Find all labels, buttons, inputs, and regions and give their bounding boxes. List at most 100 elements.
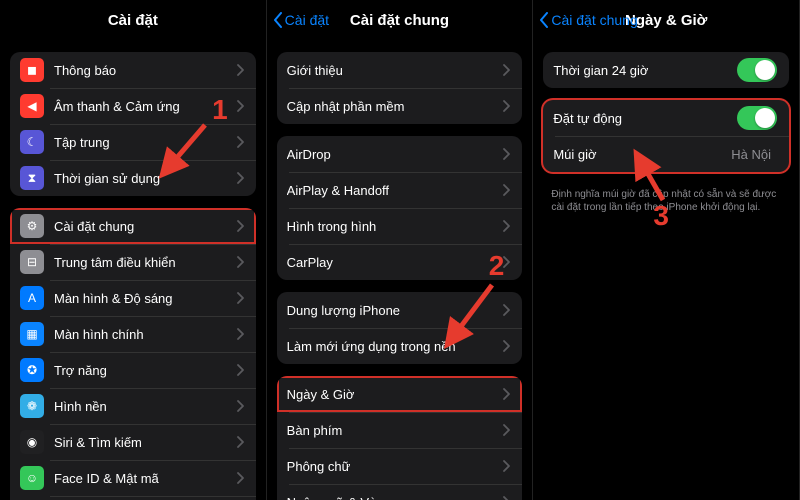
focus-icon: ☾ [20, 130, 44, 154]
chevron-right-icon [502, 388, 510, 400]
chevron-right-icon [236, 136, 244, 148]
settings-list: ◼ Thông báo ◀Âm thanh & Cảm ứng ☾ Tập trung ⧗… [0, 52, 266, 500]
row-24h[interactable]: Thời gian 24 giờ [543, 52, 789, 88]
row-tz-value: Hà Nội [731, 147, 771, 162]
display-icon: A [20, 286, 44, 310]
chevron-right-icon [236, 256, 244, 268]
row-update[interactable]: Cập nhật phần mềm [277, 88, 523, 124]
chevron-right-icon [502, 64, 510, 76]
chevron-right-icon [236, 472, 244, 484]
chevron-right-icon [236, 364, 244, 376]
row-focus[interactable]: ☾ Tập trung [10, 124, 256, 160]
back-button[interactable]: Cài đặt chung [539, 0, 637, 40]
back-button[interactable]: Cài đặt [273, 0, 329, 40]
group-24h: Thời gian 24 giờ [543, 52, 789, 88]
row-fonts[interactable]: Phông chữ [277, 448, 523, 484]
switch-24h[interactable] [737, 58, 777, 82]
phone-screen-1: Cài đặt ◼ Thông báo ◀Âm thanh & Cảm ứng ☾ Tậ… [0, 0, 267, 500]
row-datetime-label: Ngày & Giờ [287, 387, 503, 402]
timezone-footnote: Định nghĩa múi giờ đã cập nhật có sẵn và… [533, 184, 799, 214]
row-carplay-label: CarPlay [287, 255, 503, 270]
row-language-label: Ngôn ngữ & Vùng [287, 495, 503, 500]
back-label: Cài đặt chung [551, 12, 637, 28]
faceid-icon: ☺ [20, 466, 44, 490]
row-storage[interactable]: Dung lượng iPhone [277, 292, 523, 328]
general-icon: ⚙ [20, 214, 44, 238]
phone-screen-3: Cài đặt chung Ngày & Giờ Thời gian 24 gi… [533, 0, 800, 500]
row-home[interactable]: ▦ Màn hình chính [10, 316, 256, 352]
group-connectivity: AirDrop AirPlay & Handoff Hình trong hình C… [277, 136, 523, 280]
group-system: Ngày & Giờ Bàn phím Phông chữ Ngôn ngữ & Vù… [277, 376, 523, 500]
notifications-icon: ◼ [20, 58, 44, 82]
row-airplay[interactable]: AirPlay & Handoff [277, 172, 523, 208]
row-general[interactable]: ⚙ Cài đặt chung [10, 208, 256, 244]
row-datetime[interactable]: Ngày & Giờ [277, 376, 523, 412]
row-home-label: Màn hình chính [54, 327, 236, 342]
chevron-right-icon [502, 184, 510, 196]
row-storage-label: Dung lượng iPhone [287, 303, 503, 318]
row-siri[interactable]: ◉Siri & Tìm kiếm [10, 424, 256, 460]
row-sound[interactable]: ◀Âm thanh & Cảm ứng [10, 88, 256, 124]
home-icon: ▦ [20, 322, 44, 346]
row-control-label: Trung tâm điều khiển [54, 255, 236, 270]
row-24h-label: Thời gian 24 giờ [553, 63, 737, 78]
row-accessibility[interactable]: ✪ Trợ năng [10, 352, 256, 388]
row-sos[interactable]: SOSSOS khẩn cấp [10, 496, 256, 500]
row-display[interactable]: A Màn hình & Độ sáng [10, 280, 256, 316]
row-accessibility-label: Trợ năng [54, 363, 236, 378]
chevron-right-icon [502, 304, 510, 316]
row-general-label: Cài đặt chung [54, 219, 236, 234]
chevron-right-icon [502, 496, 510, 500]
group-storage: Dung lượng iPhone Làm mới ứng dụng trong … [277, 292, 523, 364]
row-airplay-label: AirPlay & Handoff [287, 183, 503, 198]
row-fonts-label: Phông chữ [287, 459, 503, 474]
row-carplay[interactable]: CarPlay [277, 244, 523, 280]
row-wallpaper-label: Hình nền [54, 399, 236, 414]
datetime-list: Thời gian 24 giờ Đặt tự động Múi giờ Hà … [533, 52, 799, 214]
row-faceid-label: Face ID & Mật mã [54, 471, 236, 486]
row-display-label: Màn hình & Độ sáng [54, 291, 236, 306]
switch-auto[interactable] [737, 106, 777, 130]
wallpaper-icon: ❁ [20, 394, 44, 418]
row-notifications[interactable]: ◼ Thông báo [10, 52, 256, 88]
group-about: Giới thiệu Cập nhật phần mềm [277, 52, 523, 124]
group-auto: Đặt tự động Múi giờ Hà Nội [543, 100, 789, 172]
row-bgrefresh[interactable]: Làm mới ứng dụng trong nền [277, 328, 523, 364]
row-tz-label: Múi giờ [553, 147, 731, 162]
group-general: ⚙ Cài đặt chung ⊟ Trung tâm điều khiển A Màn … [10, 208, 256, 500]
row-screentime-label: Thời gian sử dụng [54, 171, 236, 186]
row-pip-label: Hình trong hình [287, 219, 503, 234]
row-auto[interactable]: Đặt tự động [543, 100, 789, 136]
row-screentime[interactable]: ⧗Thời gian sử dụng [10, 160, 256, 196]
row-wallpaper[interactable]: ❁ Hình nền [10, 388, 256, 424]
row-pip[interactable]: Hình trong hình [277, 208, 523, 244]
row-keyboard[interactable]: Bàn phím [277, 412, 523, 448]
chevron-right-icon [236, 172, 244, 184]
row-airdrop[interactable]: AirDrop [277, 136, 523, 172]
chevron-right-icon [236, 400, 244, 412]
row-about[interactable]: Giới thiệu [277, 52, 523, 88]
group-notifications: ◼ Thông báo ◀Âm thanh & Cảm ứng ☾ Tập trung ⧗… [10, 52, 256, 196]
chevron-right-icon [236, 64, 244, 76]
row-about-label: Giới thiệu [287, 63, 503, 78]
row-notifications-label: Thông báo [54, 63, 236, 78]
control-icon: ⊟ [20, 250, 44, 274]
chevron-right-icon [502, 340, 510, 352]
row-control[interactable]: ⊟ Trung tâm điều khiển [10, 244, 256, 280]
phone-screen-2: Cài đặt Cài đặt chung Giới thiệu Cập nhật… [267, 0, 534, 500]
sound-icon: ◀ [20, 94, 44, 118]
accessibility-icon: ✪ [20, 358, 44, 382]
chevron-right-icon [236, 292, 244, 304]
page-title: Cài đặt [108, 12, 158, 29]
nav-bar: Cài đặt Cài đặt chung [267, 0, 533, 40]
row-language[interactable]: Ngôn ngữ & Vùng [277, 484, 523, 500]
row-faceid[interactable]: ☺ Face ID & Mật mã [10, 460, 256, 496]
back-label: Cài đặt [285, 12, 329, 28]
nav-bar: Cài đặt [0, 0, 266, 40]
row-timezone[interactable]: Múi giờ Hà Nội [543, 136, 789, 172]
nav-bar: Cài đặt chung Ngày & Giờ [533, 0, 799, 40]
chevron-right-icon [502, 148, 510, 160]
row-focus-label: Tập trung [54, 135, 236, 150]
page-title: Cài đặt chung [350, 12, 449, 29]
chevron-right-icon [236, 328, 244, 340]
